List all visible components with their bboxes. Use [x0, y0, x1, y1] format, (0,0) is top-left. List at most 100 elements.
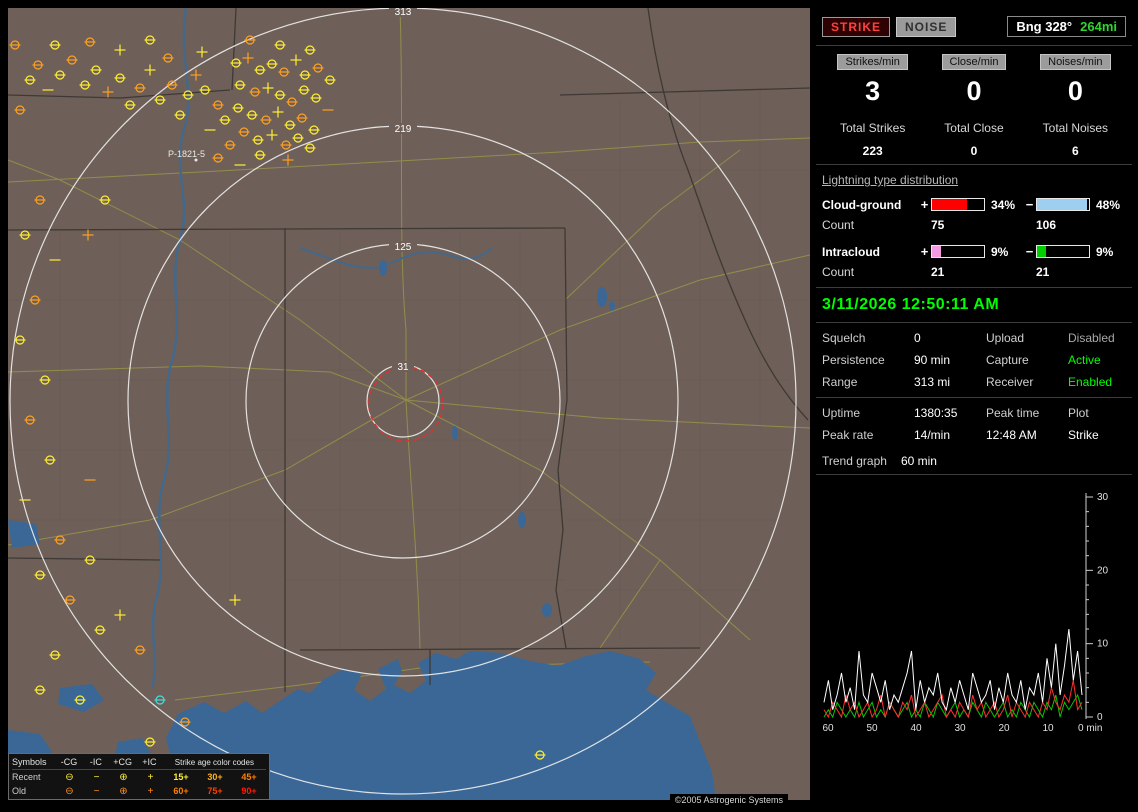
lightning-map[interactable]: 313 219 125 31 P-1821-5 Symbols -CG -IC	[8, 8, 810, 806]
svg-text:0 min: 0 min	[1078, 723, 1102, 734]
minus-sign: −	[1025, 197, 1034, 212]
ic-pos-icon: +	[147, 785, 154, 797]
upload-label: Upload	[986, 331, 1025, 345]
capture-status: Active	[1068, 353, 1101, 367]
trend-graph-label: Trend graph	[822, 454, 887, 468]
count-label: Count	[822, 265, 855, 279]
svg-text:30: 30	[954, 723, 966, 734]
total-noises-value: 6	[1071, 144, 1079, 158]
noises-per-min-label: Noises/min	[1040, 54, 1111, 70]
svg-text:60: 60	[822, 723, 834, 734]
svg-text:20: 20	[1097, 565, 1109, 576]
strikes-per-min-value: 3	[865, 76, 881, 106]
cloud-ground-row: Cloud-ground + 34% − 48%	[822, 197, 1126, 212]
count-label: Count	[822, 218, 855, 232]
total-close-value: 0	[970, 144, 978, 158]
legend-symbols-header: Symbols	[12, 757, 47, 767]
ic-negative-pct: 9%	[1096, 244, 1114, 259]
total-strikes-label: Total Strikes	[839, 121, 906, 135]
legend-old-label: Old	[12, 786, 27, 796]
cg-negative-pct: 48%	[1096, 197, 1121, 212]
age-90: 90+	[241, 786, 257, 796]
age-30: 30+	[207, 772, 223, 782]
cloud-ground-count-row: Count 75 106	[822, 218, 1126, 232]
ic-positive-count: 21	[931, 265, 945, 279]
plot-label: Plot	[1068, 406, 1089, 420]
ic-neg-icon: −	[93, 785, 100, 797]
svg-text:0: 0	[1097, 712, 1103, 723]
strike-legend: Symbols -CG -IC +CG +IC Strike age color…	[8, 753, 270, 800]
cg-negative-bar	[1036, 198, 1090, 211]
uptime-label: Uptime	[822, 406, 861, 420]
range-value: 313 mi	[914, 375, 951, 389]
svg-text:50: 50	[866, 723, 878, 734]
cg-pos-icon: ⊕	[119, 771, 128, 783]
cg-negative-count: 106	[1036, 218, 1057, 232]
upload-status: Disabled	[1068, 331, 1115, 345]
total-noises-label: Total Noises	[1042, 121, 1109, 135]
svg-text:20: 20	[998, 723, 1010, 734]
control-panel: STRIKE NOISE Bng 328° 264mi Strikes/min …	[816, 8, 1132, 804]
squelch-value: 0	[914, 331, 921, 345]
peak-rate-label: Peak rate	[822, 428, 874, 442]
system-timestamp: 3/11/2026 12:50:11 AM	[822, 296, 1000, 313]
noises-per-min-value: 0	[1067, 76, 1083, 106]
ic-negative-bar	[1036, 245, 1090, 258]
receiver-status: Enabled	[1068, 375, 1113, 389]
legend-col-ic-pos: +IC	[142, 757, 157, 767]
cloud-ground-label: Cloud-ground	[822, 197, 902, 212]
legend-row-recent: Recent ⊖ − ⊕ + 15+ 30+ 45+	[12, 770, 266, 784]
stats-section: Uptime 1380:35 Peak time Plot Peak rate …	[816, 398, 1132, 475]
waypoint-label: P-1821-5	[168, 149, 205, 159]
cg-positive-bar	[931, 198, 985, 211]
ic-positive-pct: 9%	[991, 244, 1009, 259]
trend-chart: 0 10 20 30 60 50 40 30 20 10 0 min	[822, 492, 1109, 734]
ring-label-125: 125	[395, 242, 412, 253]
legend-row-old: Old ⊖ − ⊕ + 60+ 75+ 90+	[12, 784, 266, 798]
svg-text:10: 10	[1042, 723, 1054, 734]
ring-label-31: 31	[397, 362, 409, 373]
trend-chart-section: 0 10 20 30 60 50 40 30 20 10 0 min	[816, 475, 1132, 804]
cg-positive-pct: 34%	[991, 197, 1016, 212]
bearing-label: Bng 328°	[1016, 19, 1073, 34]
plus-sign: +	[920, 197, 929, 212]
bearing-display: Bng 328° 264mi	[1007, 16, 1126, 37]
uptime-value: 1380:35	[914, 406, 958, 420]
legend-age-header: Strike age color codes	[174, 757, 254, 767]
ic-pos-icon: +	[147, 771, 154, 783]
ic-neg-icon: −	[93, 771, 100, 783]
cg-neg-icon: ⊖	[65, 785, 74, 797]
plot-mode-value: Strike	[1068, 428, 1099, 442]
age-15: 15+	[173, 772, 189, 782]
squelch-label: Squelch	[822, 331, 866, 345]
capture-label: Capture	[986, 353, 1029, 367]
receiver-label: Receiver	[986, 375, 1034, 389]
total-strikes-value: 223	[862, 144, 883, 158]
age-75: 75+	[207, 786, 223, 796]
indicator-bar: STRIKE NOISE Bng 328° 264mi	[816, 8, 1132, 46]
intracloud-label: Intracloud	[822, 244, 881, 259]
map-svg: 313 219 125 31 P-1821-5	[8, 8, 810, 800]
trend-graph-window: 60 min	[900, 454, 937, 468]
bearing-distance: 264mi	[1080, 19, 1117, 34]
legend-col-ic-neg: -IC	[89, 757, 102, 767]
cg-neg-icon: ⊖	[65, 771, 74, 783]
trend-caption: Trend graph 60 min	[822, 454, 1126, 468]
legend-header: Symbols -CG -IC +CG +IC Strike age color…	[12, 755, 266, 770]
settings-section: Squelch 0 Upload Disabled Persistence 90…	[816, 323, 1132, 398]
ic-positive-bar	[931, 245, 985, 258]
app-window: 313 219 125 31 P-1821-5 Symbols -CG -IC	[0, 0, 1138, 812]
distribution-title: Lightning type distribution	[822, 173, 959, 187]
noise-indicator-button[interactable]: NOISE	[896, 16, 957, 37]
intracloud-row: Intracloud + 9% − 9%	[822, 244, 1126, 259]
copyright-text: ©2005 Astrogenic Systems	[669, 794, 788, 806]
cg-positive-count: 75	[931, 218, 945, 232]
range-label: Range	[822, 375, 858, 389]
legend-col-cg-neg: -CG	[60, 757, 78, 767]
close-per-min-value: 0	[966, 76, 982, 106]
minus-sign: −	[1025, 244, 1034, 259]
intracloud-count-row: Count 21 21	[822, 265, 1126, 279]
strike-indicator-button[interactable]: STRIKE	[822, 16, 891, 37]
close-per-min-label: Close/min	[941, 54, 1007, 70]
ring-label-219: 219	[395, 124, 412, 135]
